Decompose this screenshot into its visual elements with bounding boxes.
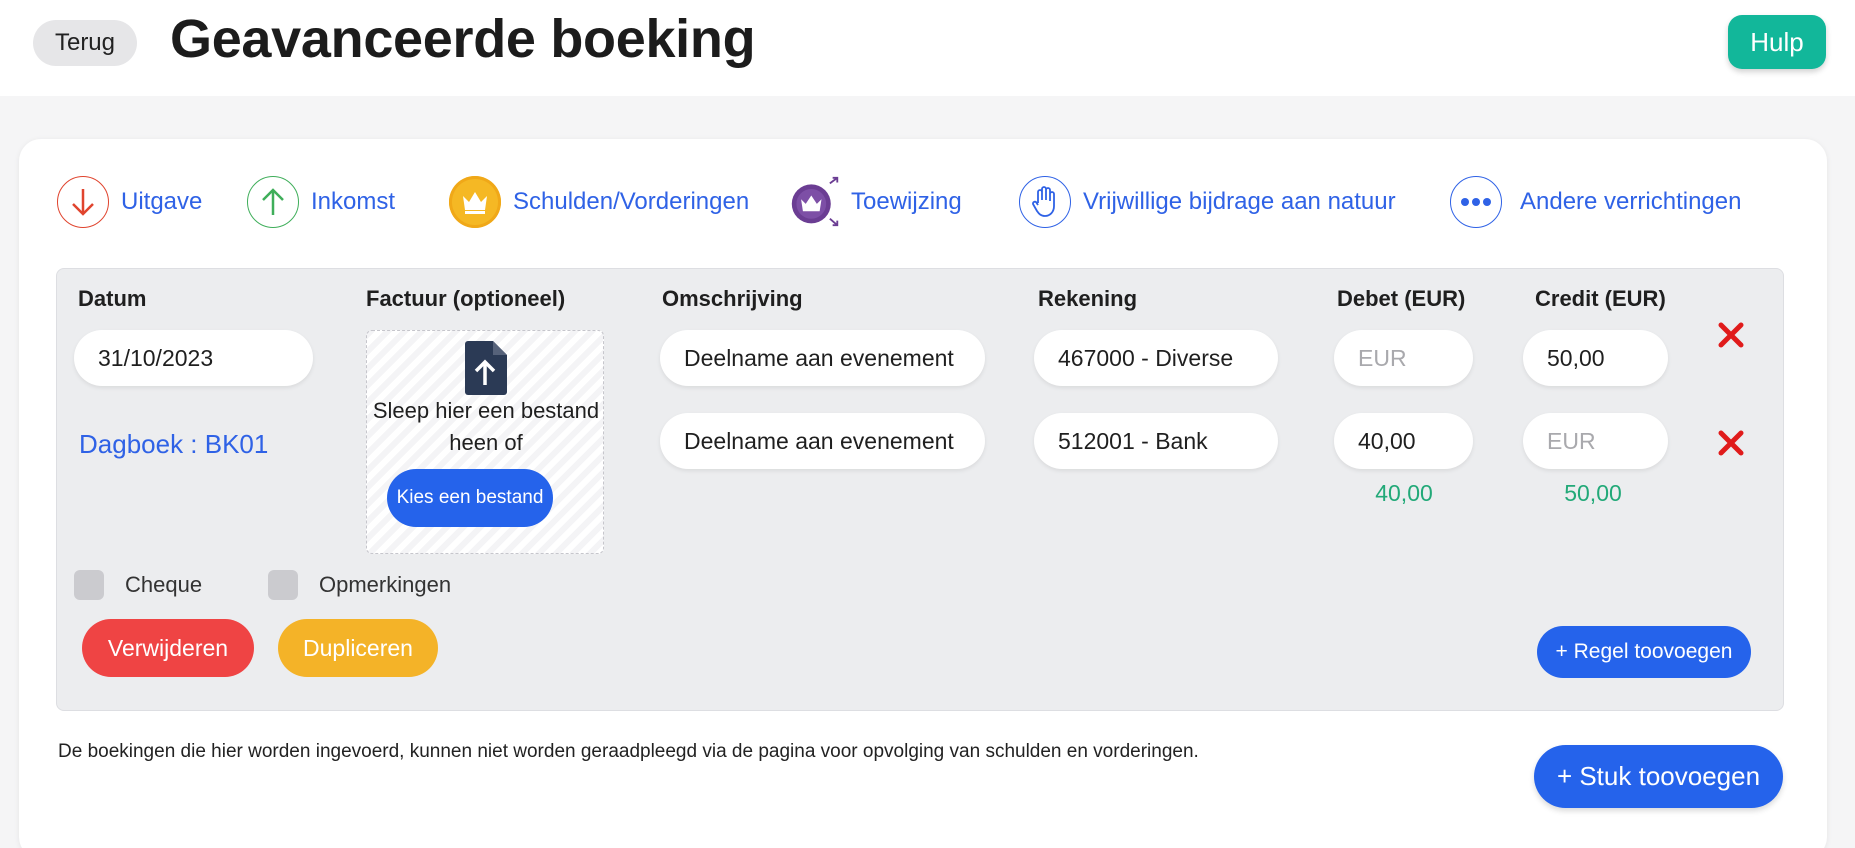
help-button[interactable]: Hulp — [1728, 15, 1826, 69]
column-header-credit: Credit (EUR) — [1535, 286, 1666, 311]
column-header-date: Datum — [78, 286, 147, 311]
credit-field[interactable] — [1523, 413, 1668, 469]
file-upload-icon — [463, 341, 507, 395]
column-header-debit: Debet (EUR) — [1337, 286, 1466, 311]
type-tab-label: Toewijzing — [851, 188, 962, 215]
debit-total: 40,00 — [1375, 480, 1433, 506]
credit-field[interactable] — [1523, 330, 1668, 386]
arrow-up-icon — [247, 176, 299, 228]
journal-label: Dagboek : BK01 — [79, 429, 269, 459]
debit-field[interactable] — [1334, 330, 1473, 386]
choose-file-button[interactable]: Kies een bestand — [387, 469, 553, 527]
drop-instructions: Sleep hier een bestand heen of — [372, 398, 600, 455]
invoice-dropzone[interactable]: Sleep hier een bestand heen of Kies een … — [366, 330, 604, 554]
column-header-invoice: Factuur (optioneel) — [366, 286, 566, 311]
debit-field[interactable] — [1334, 413, 1473, 469]
remarks-label: Opmerkingen — [319, 572, 452, 597]
duplicate-button[interactable]: Dupliceren — [278, 619, 438, 677]
delete-button[interactable]: Verwijderen — [82, 619, 254, 677]
credit-total: 50,00 — [1564, 480, 1622, 506]
more-dots-icon — [1450, 176, 1502, 228]
cheque-checkbox[interactable] — [74, 570, 104, 600]
type-tab-debts-receivables[interactable]: Schulden/Vorderingen — [449, 176, 749, 228]
type-tab-label: Vrijwillige bijdrage aan natuur — [1083, 188, 1396, 215]
add-line-button[interactable]: + Regel toovoegen — [1537, 626, 1751, 678]
type-tab-label: Inkomst — [311, 188, 396, 215]
crown-transfer-icon — [789, 176, 841, 228]
description-field[interactable] — [660, 413, 985, 469]
delete-line-icon[interactable] — [1714, 426, 1748, 460]
type-tab-income[interactable]: Inkomst — [247, 176, 395, 228]
description-field[interactable] — [660, 330, 985, 386]
back-button[interactable]: Terug — [33, 20, 137, 66]
crown-icon — [449, 176, 501, 228]
type-tab-label: Schulden/Vorderingen — [513, 188, 750, 215]
type-tab-nature-contribution[interactable]: Vrijwillige bijdrage aan natuur — [1019, 176, 1396, 228]
column-header-description: Omschrijving — [662, 286, 803, 311]
type-tab-label: Uitgave — [121, 188, 203, 215]
hand-icon — [1019, 176, 1071, 228]
type-tab-label: Andere verrichtingen — [1520, 188, 1742, 215]
column-header-account: Rekening — [1038, 286, 1138, 311]
account-field[interactable] — [1034, 413, 1278, 469]
info-note: De boekingen die hier worden ingevoerd, … — [58, 741, 1199, 762]
add-piece-button[interactable]: + Stuk toovoegen — [1534, 745, 1783, 808]
type-tab-expense[interactable]: Uitgave — [57, 176, 202, 228]
page-title: Geavanceerde boeking — [170, 9, 756, 69]
type-tab-other-operations[interactable]: Andere verrichtingen — [1450, 176, 1741, 228]
arrow-down-icon — [57, 176, 109, 228]
remarks-checkbox[interactable] — [268, 570, 298, 600]
account-field[interactable] — [1034, 330, 1278, 386]
date-field[interactable] — [74, 330, 313, 386]
cheque-label: Cheque — [125, 572, 203, 597]
delete-line-icon[interactable] — [1714, 318, 1748, 352]
type-tab-allocation[interactable]: Toewijzing — [789, 176, 962, 228]
